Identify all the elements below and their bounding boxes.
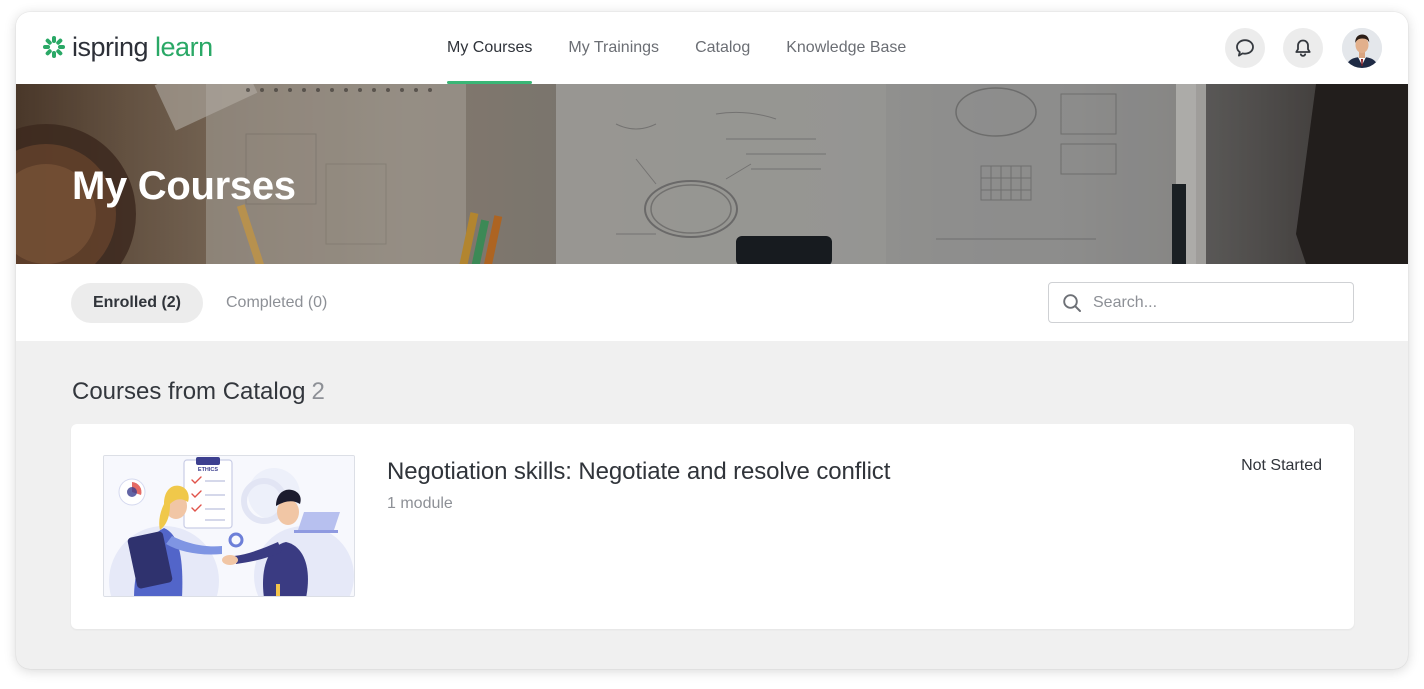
search-input[interactable] xyxy=(1093,283,1343,322)
tab-completed[interactable]: Completed (0) xyxy=(204,283,349,323)
notifications-button[interactable] xyxy=(1283,28,1323,68)
main-nav: My Courses My Trainings Catalog Knowledg… xyxy=(447,12,942,84)
nav-my-courses[interactable]: My Courses xyxy=(447,12,533,84)
course-module-count: 1 module xyxy=(387,495,453,512)
nav-catalog[interactable]: Catalog xyxy=(695,12,750,84)
search-icon xyxy=(1062,293,1082,318)
thumb-badge-text: ETHICS xyxy=(198,467,219,473)
filter-bar: Enrolled (2) Completed (0) xyxy=(16,264,1408,341)
top-header: ispring learn My Courses My Trainings Ca… xyxy=(16,12,1408,84)
section-heading: Courses from Catalog 2 xyxy=(72,378,325,406)
course-thumbnail: ETHICS xyxy=(103,455,355,597)
chat-bubble-icon xyxy=(1236,39,1254,57)
course-status: Not Started xyxy=(1241,457,1322,474)
ispring-flower-icon xyxy=(43,36,65,58)
user-photo xyxy=(1342,28,1382,68)
app-window: ispring learn My Courses My Trainings Ca… xyxy=(16,12,1408,669)
logo-text-ispring: ispring xyxy=(72,31,149,62)
page-title: My Courses xyxy=(72,164,296,208)
page-banner: My Courses xyxy=(16,84,1408,264)
nav-my-trainings[interactable]: My Trainings xyxy=(568,12,659,84)
tab-enrolled[interactable]: Enrolled (2) xyxy=(71,283,203,323)
bell-icon xyxy=(1295,39,1311,57)
logo-text-learn: learn xyxy=(155,31,213,62)
user-avatar[interactable] xyxy=(1342,28,1382,68)
nav-knowledge-base[interactable]: Knowledge Base xyxy=(786,12,906,84)
course-card[interactable]: ETHICS Negotiation skills: Negotiate and… xyxy=(71,424,1354,629)
handshake-illustration: ETHICS xyxy=(104,456,354,596)
section-count: 2 xyxy=(311,378,325,405)
ispring-learn-logo[interactable]: ispring learn xyxy=(42,32,213,62)
section-title-text: Courses from Catalog xyxy=(72,378,306,405)
course-title[interactable]: Negotiation skills: Negotiate and resolv… xyxy=(387,458,890,486)
chat-button[interactable] xyxy=(1225,28,1265,68)
search-box[interactable] xyxy=(1048,282,1354,323)
